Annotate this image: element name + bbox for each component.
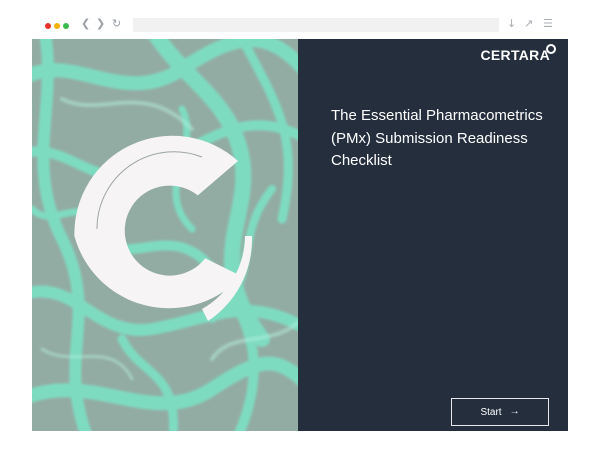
brand-logo[interactable]: CERTARA bbox=[480, 47, 550, 63]
arrow-right-icon: → bbox=[509, 406, 520, 417]
maximize-window-icon[interactable] bbox=[63, 23, 69, 29]
expand-icon[interactable]: ↗ bbox=[524, 17, 533, 31]
hero-artwork bbox=[32, 39, 298, 431]
page-content: CERTARA The Essential Pharmacometrics (P… bbox=[32, 39, 568, 431]
page-title: The Essential Pharmacometrics (PMx) Subm… bbox=[331, 107, 543, 169]
download-icon[interactable]: ↓ bbox=[507, 17, 516, 31]
brand-name: CERTARA bbox=[480, 47, 550, 63]
browser-toolbar: ❮ ❯ ↻ ↓ ↗ ☰ bbox=[32, 0, 568, 39]
reload-icon[interactable]: ↻ bbox=[112, 17, 121, 31]
menu-icon[interactable]: ☰ bbox=[543, 17, 553, 31]
close-window-icon[interactable] bbox=[45, 23, 51, 29]
start-button-label: Start bbox=[480, 406, 502, 418]
start-button[interactable]: Start → bbox=[451, 398, 549, 426]
minimize-window-icon[interactable] bbox=[54, 23, 60, 29]
browser-window: ❮ ❯ ↻ ↓ ↗ ☰ CERTARA The Essential Pharma… bbox=[32, 0, 568, 431]
ring-icon bbox=[546, 44, 556, 54]
hero-image bbox=[32, 39, 298, 431]
intro-panel: CERTARA The Essential Pharmacometrics (P… bbox=[298, 39, 568, 431]
address-bar[interactable] bbox=[133, 18, 499, 32]
chevron-right-icon[interactable]: ❯ bbox=[96, 17, 105, 31]
chevron-left-icon[interactable]: ❮ bbox=[81, 17, 90, 31]
